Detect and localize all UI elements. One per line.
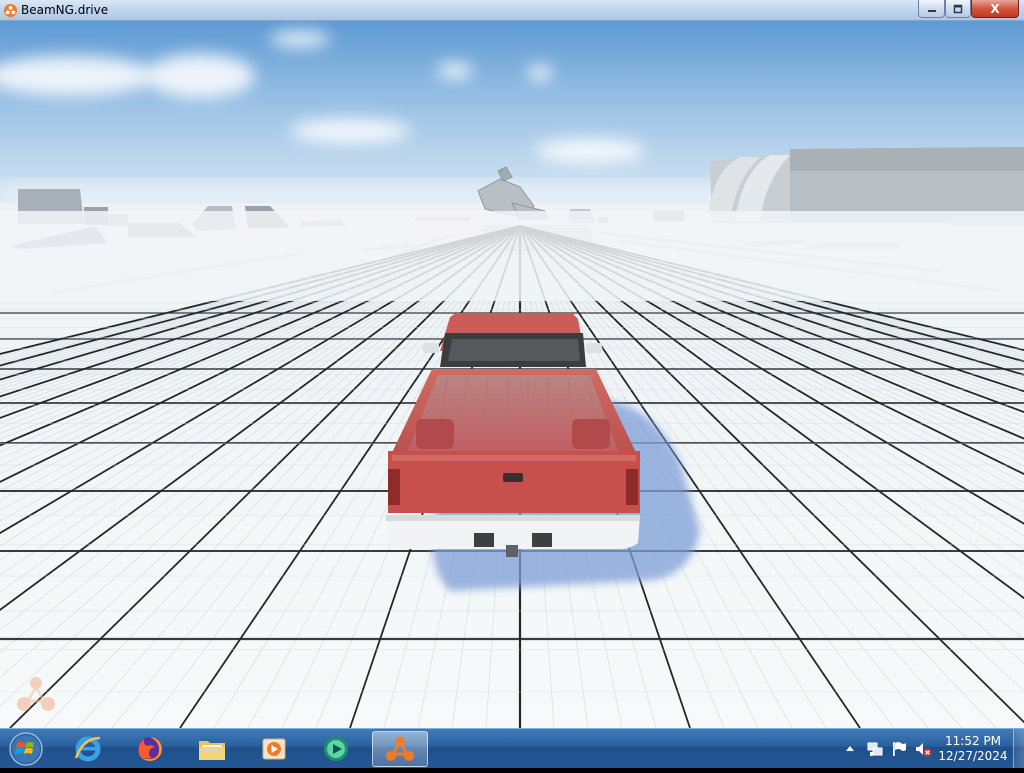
taskbar-clock[interactable]: 11:52 PM 12/27/2024	[938, 734, 1008, 764]
media-player-icon	[262, 738, 286, 760]
beamng-app-icon[interactable]	[3, 3, 18, 18]
close-button[interactable]: X	[971, 0, 1019, 18]
action-center-flag-icon[interactable]	[890, 740, 908, 758]
windows-orb-icon	[9, 732, 43, 766]
show-desktop-button[interactable]	[1013, 729, 1024, 768]
window-title-bar[interactable]: BeamNG.drive X	[0, 0, 1024, 21]
maximize-icon	[953, 4, 963, 13]
minimize-icon	[927, 9, 936, 12]
taskbar-beamng[interactable]	[372, 731, 428, 767]
close-icon: X	[990, 1, 1000, 16]
beamng-icon	[386, 736, 414, 761]
volume-muted-icon[interactable]	[914, 740, 932, 758]
beamng-logo-icon	[17, 677, 55, 711]
game-viewport[interactable]	[0, 21, 1024, 728]
taskbar-internet-explorer[interactable]	[62, 731, 114, 767]
windows-taskbar: 11:52 PM 12/27/2024	[0, 728, 1024, 768]
clock-date: 12/27/2024	[938, 749, 1008, 763]
media-center-icon	[324, 737, 348, 761]
window-title: BeamNG.drive	[21, 3, 109, 17]
firefox-icon	[138, 737, 162, 761]
internet-explorer-icon	[74, 736, 101, 762]
horizon-haze	[0, 211, 1024, 301]
taskbar-windows-explorer[interactable]	[186, 731, 238, 767]
maximize-button[interactable]	[945, 0, 971, 18]
clock-time: 11:52 PM	[945, 734, 1001, 748]
pickup-truck	[386, 313, 640, 557]
taskbar-media-player[interactable]	[248, 731, 300, 767]
taskbar-media-center[interactable]	[310, 731, 362, 767]
game-scene	[0, 21, 1024, 728]
minimize-button[interactable]	[918, 0, 945, 18]
start-button[interactable]	[4, 730, 48, 768]
tray-expand-icon[interactable]	[844, 742, 856, 754]
network-icon[interactable]	[866, 740, 884, 758]
folder-icon	[199, 741, 225, 760]
taskbar-firefox[interactable]	[124, 731, 176, 767]
